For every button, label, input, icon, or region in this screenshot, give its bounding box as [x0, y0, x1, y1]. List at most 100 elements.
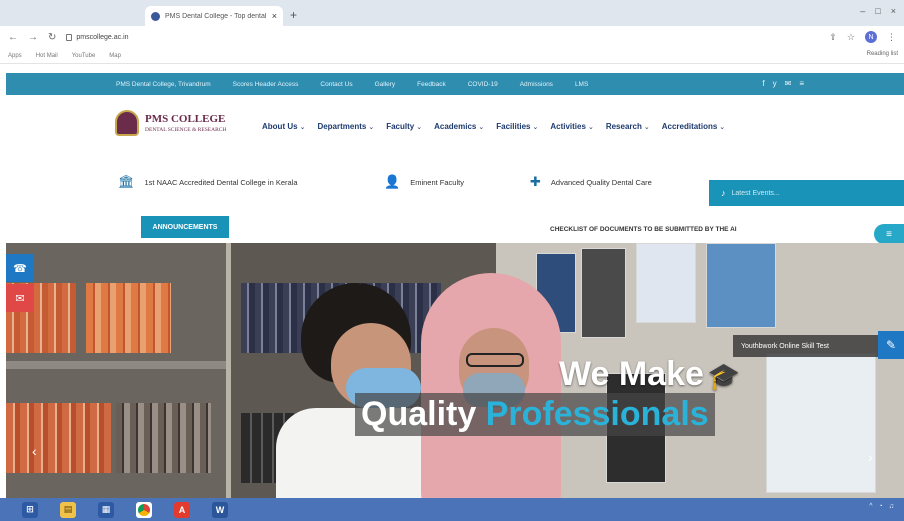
bookmark-hotmail[interactable]: Hot Mail [36, 53, 58, 59]
topbar-link-feedback[interactable]: Feedback [417, 81, 446, 88]
latest-events-button[interactable]: ♪ Latest Events... [709, 180, 904, 206]
mail-float-icon[interactable]: ✉ [6, 284, 34, 312]
os-taskbar: ⊞ ▤ ▦ A W [0, 498, 904, 521]
forward-arrow-icon[interactable]: → [28, 32, 38, 43]
bookmark-youtube[interactable]: YouTube [72, 53, 96, 59]
minimize-button[interactable]: – [860, 6, 865, 16]
crest-icon [115, 110, 139, 136]
bookmark-apps[interactable]: Apps [8, 53, 22, 59]
window-controls: – □ × [860, 6, 896, 16]
tab-title: PMS Dental College - Top dental... [165, 12, 267, 20]
menu-departments[interactable]: Departments ⌄ [317, 122, 374, 131]
menu-academics[interactable]: Academics ⌄ [434, 122, 484, 131]
person-icon: 👤 [384, 174, 401, 189]
bell-icon: ♪ [721, 188, 726, 198]
social-links: f y ✉ ≡ [762, 79, 804, 88]
bookmark-map[interactable]: Map [109, 53, 121, 59]
facebook-icon[interactable]: f [762, 79, 764, 88]
chevron-down-icon: ⌄ [719, 124, 726, 131]
browser-tab[interactable]: PMS Dental College - Top dental... × [145, 6, 283, 26]
feature-naac-text: 1st NAAC Accredited Dental College in Ke… [144, 177, 298, 187]
feature-care-text: Advanced Quality Dental Care [550, 177, 652, 187]
site-header: PMS COLLEGE DENTAL SCIENCE & RESEARCH Ab… [0, 98, 904, 160]
new-tab-button[interactable]: + [290, 8, 297, 22]
chevron-down-icon: ⌄ [416, 124, 423, 131]
topbar-link-contact[interactable]: Contact Us [320, 81, 352, 88]
brand-subtitle: DENTAL SCIENCE & RESEARCH [145, 127, 227, 133]
file-explorer-icon[interactable]: ▤ [60, 501, 76, 518]
pencil-icon[interactable]: ✎ [878, 331, 904, 359]
folder-icon[interactable]: ▦ [98, 501, 114, 518]
topbar-link-covid[interactable]: COVID-19 [468, 81, 498, 88]
menu-research[interactable]: Research ⌄ [606, 122, 650, 131]
bookmarks-bar: Apps Hot Mail YouTube Map [0, 48, 904, 64]
hero-headline-2: Quality Professionals [355, 393, 715, 436]
lock-icon [66, 33, 73, 41]
maximize-button[interactable]: □ [875, 6, 880, 16]
main-menu: About Us ⌄ Departments ⌄ Faculty ⌄ Academic… [262, 122, 725, 131]
tooth-icon: ✚ [530, 174, 541, 189]
share-icon[interactable]: ⇪ [829, 32, 837, 43]
skill-test-banner[interactable]: Youthbwork Online Skill Test [733, 335, 878, 357]
menu-accreditations[interactable]: Accreditations ⌄ [662, 122, 725, 131]
menu-dots-icon[interactable]: ⋮ [887, 32, 896, 43]
brand-title: PMS COLLEGE [145, 113, 226, 125]
favicon-icon [151, 11, 160, 21]
tray-up-icon[interactable]: ^ [869, 503, 872, 510]
topbar-link-access[interactable]: Scores Header Access [233, 81, 299, 88]
address-bar: ← → ↻ pmscollege.ac.in ⇪ ☆ N ⋮ [0, 26, 904, 48]
reading-list-button[interactable]: Reading list [867, 51, 898, 57]
topbar-link-admissions[interactable]: Admissions [520, 81, 553, 88]
college-logo[interactable]: PMS COLLEGE DENTAL SCIENCE & RESEARCH [115, 110, 226, 136]
windows-start-icon[interactable]: ⊞ [22, 501, 38, 518]
chevron-down-icon: ⌄ [587, 124, 594, 131]
chevron-down-icon: ⌄ [643, 124, 650, 131]
wifi-icon[interactable]: ◔ [879, 503, 883, 510]
announcements-button[interactable]: ANNOUNCEMENTS [141, 216, 229, 238]
hero-banner: Youthbwork Online Skill Test ✎ We Make 🎓 … [6, 243, 904, 498]
topbar-link-gallery[interactable]: Gallery [375, 81, 396, 88]
menu-facilities[interactable]: Facilities ⌄ [496, 122, 538, 131]
volume-icon[interactable]: ♫ [889, 503, 894, 510]
chevron-down-icon: ⌄ [532, 124, 539, 131]
announcement-ticker[interactable]: CHECKLIST OF DOCUMENTS TO BE SUBMITTED B… [550, 226, 737, 233]
list-icon[interactable]: ≡ [799, 79, 804, 88]
feature-faculty-text: Eminent Faculty [410, 177, 464, 187]
close-tab-icon[interactable]: × [272, 11, 277, 21]
slider-next-icon[interactable]: › [868, 449, 873, 465]
address-bar-actions: ⇪ ☆ N ⋮ [829, 31, 896, 43]
institution-icon: 🏛 [118, 174, 135, 189]
url-field[interactable]: pmscollege.ac.in [66, 33, 819, 41]
topbar-link-lms[interactable]: LMS [575, 81, 588, 88]
feature-faculty: 👤 Eminent Faculty [384, 174, 464, 190]
hero-headline-1: We Make 🎓 [559, 355, 741, 393]
phone-icon[interactable]: ☎ [6, 254, 34, 282]
close-window-button[interactable]: × [891, 6, 896, 16]
menu-activities[interactable]: Activities ⌄ [550, 122, 593, 131]
profile-avatar[interactable]: N [865, 31, 877, 43]
mail-icon[interactable]: ✉ [785, 79, 792, 88]
chevron-down-icon: ⌄ [478, 124, 485, 131]
star-icon[interactable]: ☆ [847, 32, 855, 43]
latest-events-label: Latest Events... [731, 189, 780, 197]
student-photo-2 [411, 273, 571, 498]
pdf-reader-icon[interactable]: A [174, 501, 190, 518]
menu-faculty[interactable]: Faculty ⌄ [386, 122, 422, 131]
menu-about-us[interactable]: About Us ⌄ [262, 122, 305, 131]
youtube-icon[interactable]: y [773, 79, 777, 88]
system-tray: ^ ◔ ♫ [869, 503, 894, 510]
browser-tabstrip: PMS Dental College - Top dental... × + –… [0, 0, 904, 26]
url-text: pmscollege.ac.in [76, 33, 129, 41]
graduation-cap-icon: 🎓 [707, 361, 741, 391]
word-icon[interactable]: W [212, 501, 228, 518]
chevron-down-icon: ⌄ [368, 124, 375, 131]
topbar-link-college[interactable]: PMS Dental College, Trivandrum [116, 81, 211, 88]
feature-naac: 🏛 1st NAAC Accredited Dental College in … [118, 174, 298, 190]
slider-prev-icon[interactable]: ‹ [32, 443, 37, 459]
reload-icon[interactable]: ↻ [48, 32, 56, 43]
feature-care: ✚ Advanced Quality Dental Care [530, 174, 652, 190]
hamburger-menu-icon[interactable]: ≡ [874, 224, 904, 244]
chevron-down-icon: ⌄ [299, 124, 306, 131]
back-arrow-icon[interactable]: ← [8, 32, 18, 43]
chrome-icon[interactable] [136, 501, 152, 518]
